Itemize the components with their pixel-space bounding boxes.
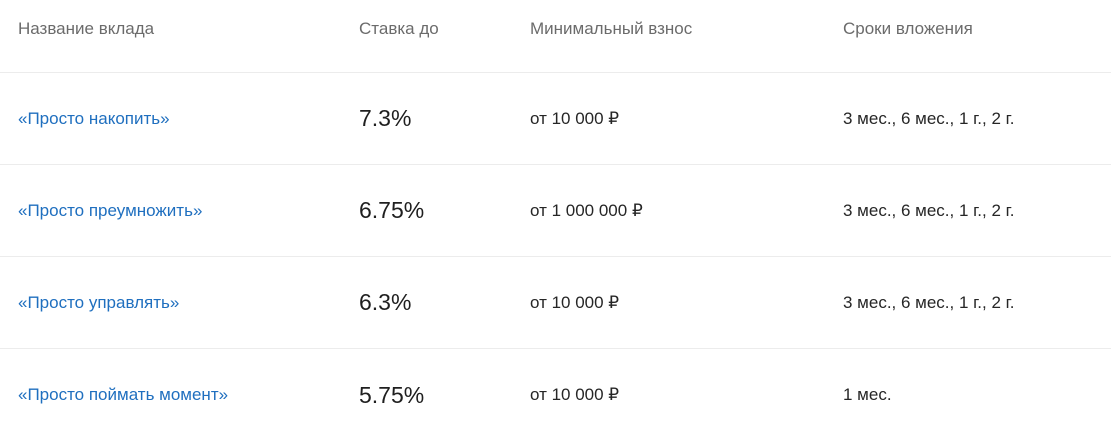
terms-value: 3 мес., 6 мес., 1 г., 2 г. <box>843 292 1015 312</box>
rate-value: 6.75% <box>359 197 425 223</box>
rate-value: 5.75% <box>359 381 425 408</box>
table-row: «Просто преумножить» 6.75% от 1 000 000 … <box>0 165 1111 257</box>
header-rate: Ставка до <box>359 19 439 38</box>
table-header-row: Название вклада Ставка до Минимальный вз… <box>0 0 1111 73</box>
header-deposit-name: Название вклада <box>18 19 155 38</box>
rate-value: 6.3% <box>359 289 412 315</box>
rate-value: 7.3% <box>359 105 412 131</box>
table-row: «Просто накопить» 7.3% от 10 000 ₽ 3 мес… <box>0 73 1111 165</box>
table-row: «Просто поймать момент» 5.75% от 10 000 … <box>0 349 1111 441</box>
deposit-name-link[interactable]: «Просто накопить» <box>18 109 170 129</box>
deposits-table: Название вклада Ставка до Минимальный вз… <box>0 0 1111 437</box>
deposit-name-link[interactable]: «Просто управлять» <box>18 293 179 313</box>
deposit-name-link[interactable]: «Просто поймать момент» <box>18 385 228 405</box>
table-row: «Просто управлять» 6.3% от 10 000 ₽ 3 ме… <box>0 257 1111 349</box>
min-deposit-value: от 1 000 000 ₽ <box>530 200 643 220</box>
min-deposit-value: от 10 000 ₽ <box>530 385 620 404</box>
terms-value: 1 мес. <box>843 385 892 404</box>
header-min-deposit: Минимальный взнос <box>530 19 693 38</box>
min-deposit-value: от 10 000 ₽ <box>530 292 620 312</box>
header-terms: Сроки вложения <box>843 19 973 38</box>
terms-value: 3 мес., 6 мес., 1 г., 2 г. <box>843 200 1015 220</box>
min-deposit-value: от 10 000 ₽ <box>530 108 620 128</box>
deposit-name-link[interactable]: «Просто преумножить» <box>18 201 202 221</box>
terms-value: 3 мес., 6 мес., 1 г., 2 г. <box>843 108 1015 128</box>
